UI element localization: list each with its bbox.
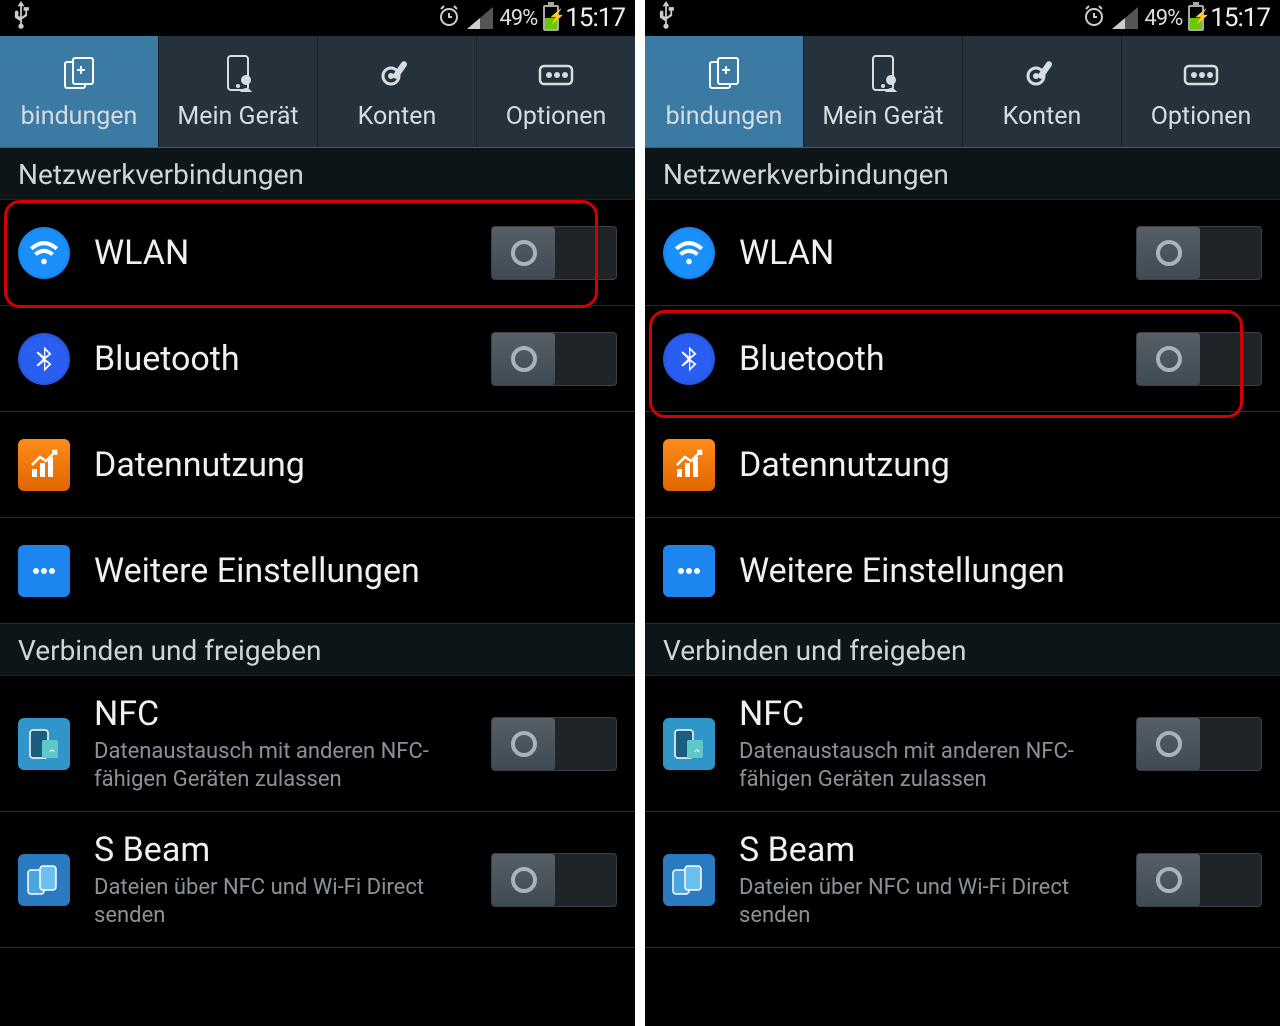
nfc-icon bbox=[663, 718, 715, 770]
tab-label: Mein Gerät bbox=[822, 102, 943, 131]
clock: 15:17 bbox=[1210, 3, 1270, 33]
options-icon bbox=[534, 52, 578, 96]
settings-list-network: WLAN Bluetooth Datennutzung Weitere Eins… bbox=[645, 200, 1280, 624]
sbeam-toggle[interactable] bbox=[491, 853, 617, 907]
battery-icon: ⚡ bbox=[543, 5, 559, 31]
tab-label: Optionen bbox=[506, 102, 607, 131]
item-subtitle: Datenaustausch mit anderen NFC-fähigen G… bbox=[739, 738, 1079, 793]
section-header-network: Netzwerkverbindungen bbox=[645, 148, 1280, 200]
tab-label: bindungen bbox=[666, 102, 783, 131]
tab-connections[interactable]: bindungen bbox=[0, 36, 159, 147]
signal-icon bbox=[467, 7, 493, 29]
list-item-wlan[interactable]: WLAN bbox=[0, 200, 635, 306]
tab-label: Mein Gerät bbox=[177, 102, 298, 131]
section-header-share: Verbinden und freigeben bbox=[0, 624, 635, 676]
tab-accounts[interactable]: Konten bbox=[318, 36, 477, 147]
list-item-bluetooth[interactable]: Bluetooth bbox=[645, 306, 1280, 412]
tab-label: Optionen bbox=[1151, 102, 1252, 131]
item-title: S Beam bbox=[739, 830, 1136, 870]
battery-percent: 49% bbox=[499, 6, 537, 31]
item-subtitle: Dateien über NFC und Wi-Fi Direct senden bbox=[94, 874, 434, 929]
item-subtitle: Datenaustausch mit anderen NFC-fähigen G… bbox=[94, 738, 434, 793]
battery-icon: ⚡ bbox=[1188, 5, 1204, 31]
battery-percent: 49% bbox=[1144, 6, 1182, 31]
item-title: Bluetooth bbox=[739, 339, 1136, 379]
tab-accounts[interactable]: Konten bbox=[963, 36, 1122, 147]
tab-label: Konten bbox=[358, 102, 437, 131]
bluetooth-icon bbox=[663, 333, 715, 385]
status-bar: 49% ⚡ 15:17 bbox=[645, 0, 1280, 36]
list-item-sbeam[interactable]: S Beam Dateien über NFC und Wi-Fi Direct… bbox=[645, 812, 1280, 948]
bluetooth-toggle[interactable] bbox=[491, 332, 617, 386]
accounts-icon bbox=[375, 52, 419, 96]
item-title: WLAN bbox=[739, 233, 1136, 273]
list-item-wlan[interactable]: WLAN bbox=[645, 200, 1280, 306]
data-usage-icon bbox=[663, 439, 715, 491]
settings-list-share: NFC Datenaustausch mit anderen NFC-fähig… bbox=[0, 676, 635, 948]
data-usage-icon bbox=[18, 439, 70, 491]
tab-options[interactable]: Optionen bbox=[477, 36, 635, 147]
list-item-more-settings[interactable]: Weitere Einstellungen bbox=[0, 518, 635, 624]
settings-tab-bar: bindungen Mein Gerät Konten Optionen bbox=[0, 36, 635, 148]
alarm-icon bbox=[1082, 3, 1106, 33]
item-title: S Beam bbox=[94, 830, 491, 870]
more-settings-icon bbox=[663, 545, 715, 597]
tab-connections[interactable]: bindungen bbox=[645, 36, 804, 147]
nfc-toggle[interactable] bbox=[491, 717, 617, 771]
bluetooth-icon bbox=[18, 333, 70, 385]
sbeam-toggle[interactable] bbox=[1136, 853, 1262, 907]
status-bar: 49% ⚡ 15:17 bbox=[0, 0, 635, 36]
phone-screen-left: 49% ⚡ 15:17 bindungen Mein Gerät Konten bbox=[0, 0, 635, 1026]
item-title: Weitere Einstellungen bbox=[739, 551, 1262, 591]
nfc-icon bbox=[18, 718, 70, 770]
wlan-toggle[interactable] bbox=[491, 226, 617, 280]
section-header-share: Verbinden und freigeben bbox=[645, 624, 1280, 676]
wlan-toggle[interactable] bbox=[1136, 226, 1262, 280]
nfc-toggle[interactable] bbox=[1136, 717, 1262, 771]
clock: 15:17 bbox=[565, 3, 625, 33]
tab-options[interactable]: Optionen bbox=[1122, 36, 1280, 147]
list-item-bluetooth[interactable]: Bluetooth bbox=[0, 306, 635, 412]
options-icon bbox=[1179, 52, 1223, 96]
section-header-network: Netzwerkverbindungen bbox=[0, 148, 635, 200]
connections-icon bbox=[702, 52, 746, 96]
item-title: Weitere Einstellungen bbox=[94, 551, 617, 591]
my-device-icon bbox=[216, 52, 260, 96]
tab-my-device[interactable]: Mein Gerät bbox=[159, 36, 318, 147]
list-item-nfc[interactable]: NFC Datenaustausch mit anderen NFC-fähig… bbox=[645, 676, 1280, 812]
connections-icon bbox=[57, 52, 101, 96]
more-settings-icon bbox=[18, 545, 70, 597]
settings-list-network: WLAN Bluetooth Datennutzung Weitere Eins… bbox=[0, 200, 635, 624]
alarm-icon bbox=[437, 3, 461, 33]
tab-label: bindungen bbox=[21, 102, 138, 131]
list-item-sbeam[interactable]: S Beam Dateien über NFC und Wi-Fi Direct… bbox=[0, 812, 635, 948]
list-item-data-usage[interactable]: Datennutzung bbox=[645, 412, 1280, 518]
item-title: NFC bbox=[739, 694, 1136, 734]
phone-screen-right: 49% ⚡ 15:17 bindungen Mein Gerät Konten bbox=[645, 0, 1280, 1026]
item-title: WLAN bbox=[94, 233, 491, 273]
item-title: NFC bbox=[94, 694, 491, 734]
item-subtitle: Dateien über NFC und Wi-Fi Direct senden bbox=[739, 874, 1079, 929]
item-title: Datennutzung bbox=[739, 445, 1262, 485]
accounts-icon bbox=[1020, 52, 1064, 96]
tab-my-device[interactable]: Mein Gerät bbox=[804, 36, 963, 147]
usb-icon bbox=[655, 1, 677, 35]
item-title: Bluetooth bbox=[94, 339, 491, 379]
wifi-icon bbox=[663, 227, 715, 279]
list-item-data-usage[interactable]: Datennutzung bbox=[0, 412, 635, 518]
settings-tab-bar: bindungen Mein Gerät Konten Optionen bbox=[645, 36, 1280, 148]
my-device-icon bbox=[861, 52, 905, 96]
usb-icon bbox=[10, 1, 32, 35]
tab-label: Konten bbox=[1003, 102, 1082, 131]
sbeam-icon bbox=[18, 854, 70, 906]
wifi-icon bbox=[18, 227, 70, 279]
list-item-more-settings[interactable]: Weitere Einstellungen bbox=[645, 518, 1280, 624]
sbeam-icon bbox=[663, 854, 715, 906]
item-title: Datennutzung bbox=[94, 445, 617, 485]
bluetooth-toggle[interactable] bbox=[1136, 332, 1262, 386]
settings-list-share: NFC Datenaustausch mit anderen NFC-fähig… bbox=[645, 676, 1280, 948]
signal-icon bbox=[1112, 7, 1138, 29]
list-item-nfc[interactable]: NFC Datenaustausch mit anderen NFC-fähig… bbox=[0, 676, 635, 812]
